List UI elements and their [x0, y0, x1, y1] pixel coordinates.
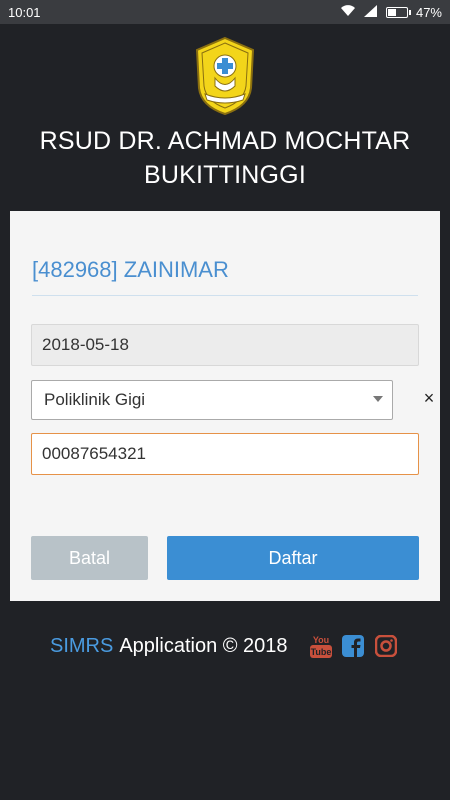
battery-percent: 47%: [415, 4, 442, 20]
status-time: 10:01: [8, 4, 41, 20]
svg-text:Tube: Tube: [311, 647, 332, 657]
footer-brand: SIMRS: [50, 634, 114, 657]
hospital-name: RSUD DR. ACHMAD MOCHTAR BUKITTINGGI: [0, 124, 450, 192]
signal-icon: [363, 4, 378, 20]
hospital-name-line2: BUKITTINGGI: [144, 161, 306, 189]
instagram-icon[interactable]: [375, 632, 397, 660]
patient-heading: [482968] ZAINIMAR: [32, 257, 418, 296]
facebook-icon[interactable]: [342, 632, 364, 660]
register-button[interactable]: Daftar: [167, 536, 419, 580]
wifi-icon: [340, 4, 356, 20]
svg-text:You: You: [313, 635, 329, 645]
footer-copyright: Application © 2018: [119, 634, 288, 657]
registration-form: [482968] ZAINIMAR 2018-05-18 Poliklinik …: [10, 211, 440, 601]
clear-selection-icon[interactable]: ×: [421, 388, 437, 409]
hospital-logo: [193, 36, 257, 116]
footer-text: SIMRS Application © 2018: [50, 632, 288, 660]
youtube-icon[interactable]: You Tube: [309, 632, 333, 660]
date-field[interactable]: 2018-05-18: [31, 324, 419, 366]
cancel-button[interactable]: Batal: [31, 536, 148, 580]
clinic-select[interactable]: Poliklinik Gigi: [31, 380, 393, 420]
status-bar: 10:01 47%: [0, 0, 450, 24]
dropdown-arrow-icon[interactable]: [373, 396, 383, 402]
clinic-select-value: Poliklinik Gigi: [44, 390, 146, 409]
hospital-name-line1: RSUD DR. ACHMAD MOCHTAR: [39, 127, 411, 155]
phone-number-input[interactable]: 00087654321: [31, 433, 419, 475]
battery-icon: [385, 6, 411, 18]
